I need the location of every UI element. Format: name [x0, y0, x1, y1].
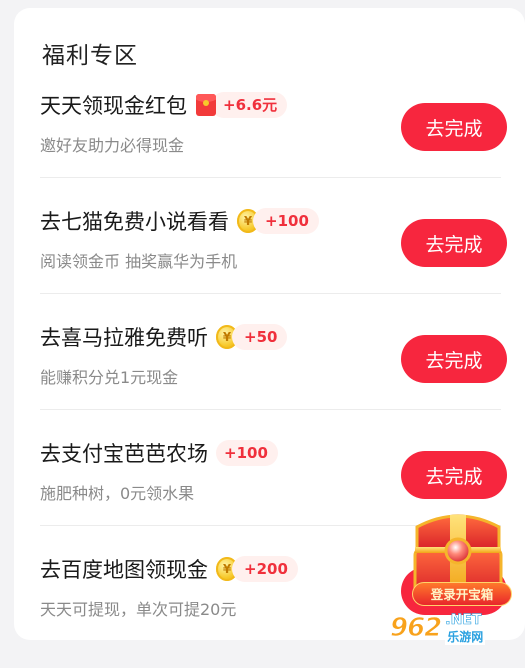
divider [40, 409, 501, 410]
divider [40, 177, 501, 178]
reward-badge: +200 [232, 556, 298, 582]
task-title: 去支付宝芭芭农场 [40, 442, 208, 466]
divider [40, 293, 501, 294]
task-title: 天天领现金红包 [40, 94, 187, 118]
task-row: 天天领现金红包 +6.6元 邀好友助力必得现金 去完成 [14, 88, 525, 204]
watermark-site: 乐游网 [445, 627, 486, 645]
watermark-number: 962 [389, 613, 442, 644]
task-subtitle: 阅读领金币 抽奖赢华为手机 [40, 252, 238, 271]
task-subtitle: 天天可提现，单次可提20元 [40, 600, 237, 619]
reward-badge: +50 [232, 324, 288, 350]
task-row: 去喜马拉雅免费听 ¥ +50 能赚积分兑1元现金 去完成 [14, 320, 525, 436]
task-subtitle: 邀好友助力必得现金 [40, 136, 185, 155]
red-envelope-icon [195, 94, 217, 116]
complete-button[interactable]: 去完成 [401, 335, 507, 383]
task-row: 去七猫免费小说看看 ¥ +100 阅读领金币 抽奖赢华为手机 去完成 [14, 204, 525, 320]
task-title-line: 天天领现金红包 +6.6元 [40, 88, 288, 122]
reward-badge: +100 [253, 208, 319, 234]
complete-button[interactable]: 去完成 [401, 451, 507, 499]
complete-button[interactable]: 去完成 [401, 219, 507, 267]
complete-button[interactable]: 去完成 [401, 103, 507, 151]
task-title-line: 去百度地图领现金 ¥ +200 [40, 552, 298, 586]
reward-badge: +6.6元 [211, 92, 288, 118]
task-title-line: 去支付宝芭芭农场 +100 [40, 436, 278, 470]
site-watermark: 962 .NET 乐游网 [389, 605, 520, 651]
task-title: 去喜马拉雅免费听 [40, 326, 208, 350]
task-title: 去七猫免费小说看看 [40, 210, 229, 234]
open-treasure-button[interactable]: 登录开宝箱 [412, 582, 512, 606]
reward-badge: +100 [216, 440, 278, 466]
task-title: 去百度地图领现金 [40, 558, 208, 582]
task-title-line: 去喜马拉雅免费听 ¥ +50 [40, 320, 288, 354]
watermark-suffix: .NET [445, 611, 482, 628]
task-subtitle: 施肥种树，0元领水果 [40, 484, 195, 503]
task-title-line: 去七猫免费小说看看 ¥ +100 [40, 204, 319, 238]
task-subtitle: 能赚积分兑1元现金 [40, 368, 179, 387]
section-title: 福利专区 [42, 43, 138, 69]
